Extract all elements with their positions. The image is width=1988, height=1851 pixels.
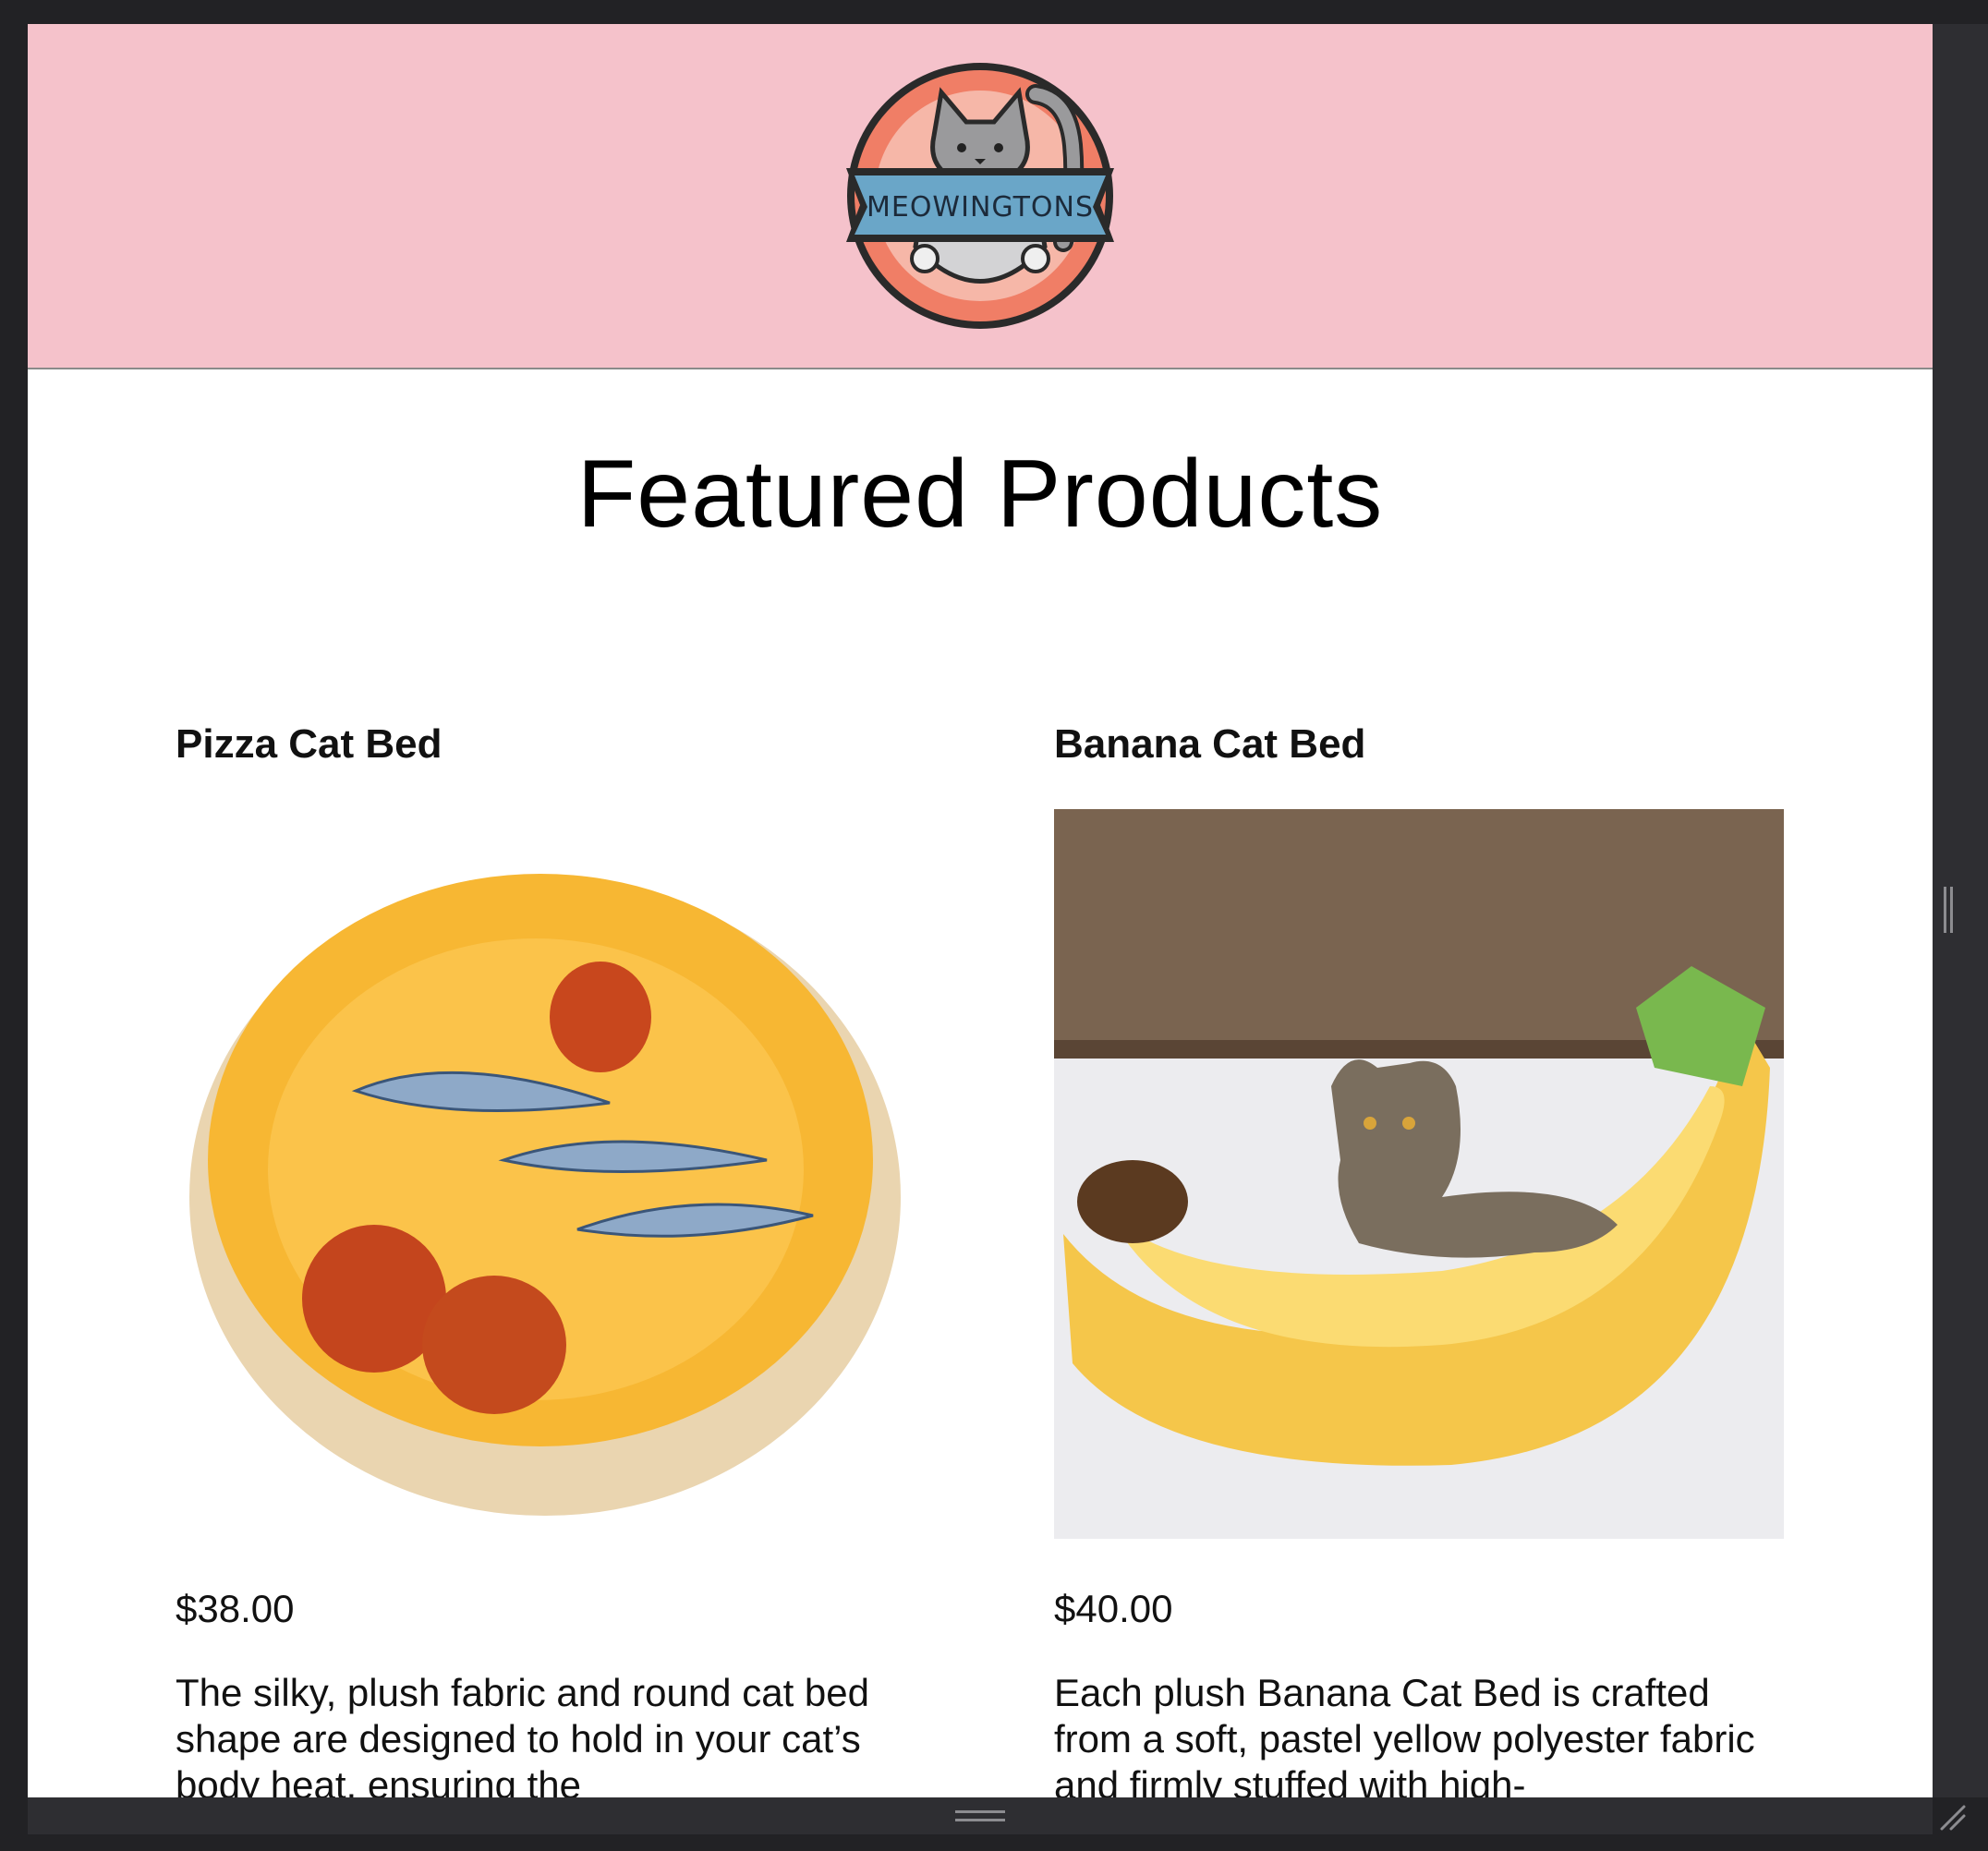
site-header: MEOWINGTONS bbox=[28, 24, 1933, 369]
product-description: Each plush Banana Cat Bed is crafted fro… bbox=[1054, 1671, 1755, 1797]
product-description: The silky, plush fabric and round cat be… bbox=[176, 1671, 869, 1797]
product-card-pizza-cat-bed: Pizza Cat Bed $38.00 The silky, plush fa… bbox=[176, 717, 915, 1797]
vertical-scrollbar[interactable] bbox=[1933, 24, 1988, 1797]
resize-corner-icon[interactable] bbox=[1934, 1799, 1971, 1836]
banana-cat-bed-image[interactable] bbox=[1054, 809, 1784, 1539]
product-title[interactable]: Pizza Cat Bed bbox=[176, 717, 915, 809]
page-viewport: MEOWINGTONS Featured Products Pizza Cat … bbox=[28, 24, 1933, 1797]
logo-text: MEOWINGTONS bbox=[867, 191, 1094, 224]
horizontal-resize-handle[interactable] bbox=[955, 1810, 1005, 1821]
product-price: $38.00 bbox=[176, 1587, 295, 1630]
pizza-cat-bed-image[interactable] bbox=[176, 809, 905, 1539]
product-price: $40.00 bbox=[1054, 1587, 1173, 1630]
meowingtons-logo[interactable]: MEOWINGTONS bbox=[842, 57, 1119, 334]
product-title[interactable]: Banana Cat Bed bbox=[1054, 717, 1793, 809]
page-title: Featured Products bbox=[576, 441, 1384, 548]
product-card-banana-cat-bed: Banana Cat Bed $40.00 Each plush Banana … bbox=[1054, 717, 1793, 1797]
vertical-resize-handle[interactable] bbox=[1944, 887, 1953, 933]
